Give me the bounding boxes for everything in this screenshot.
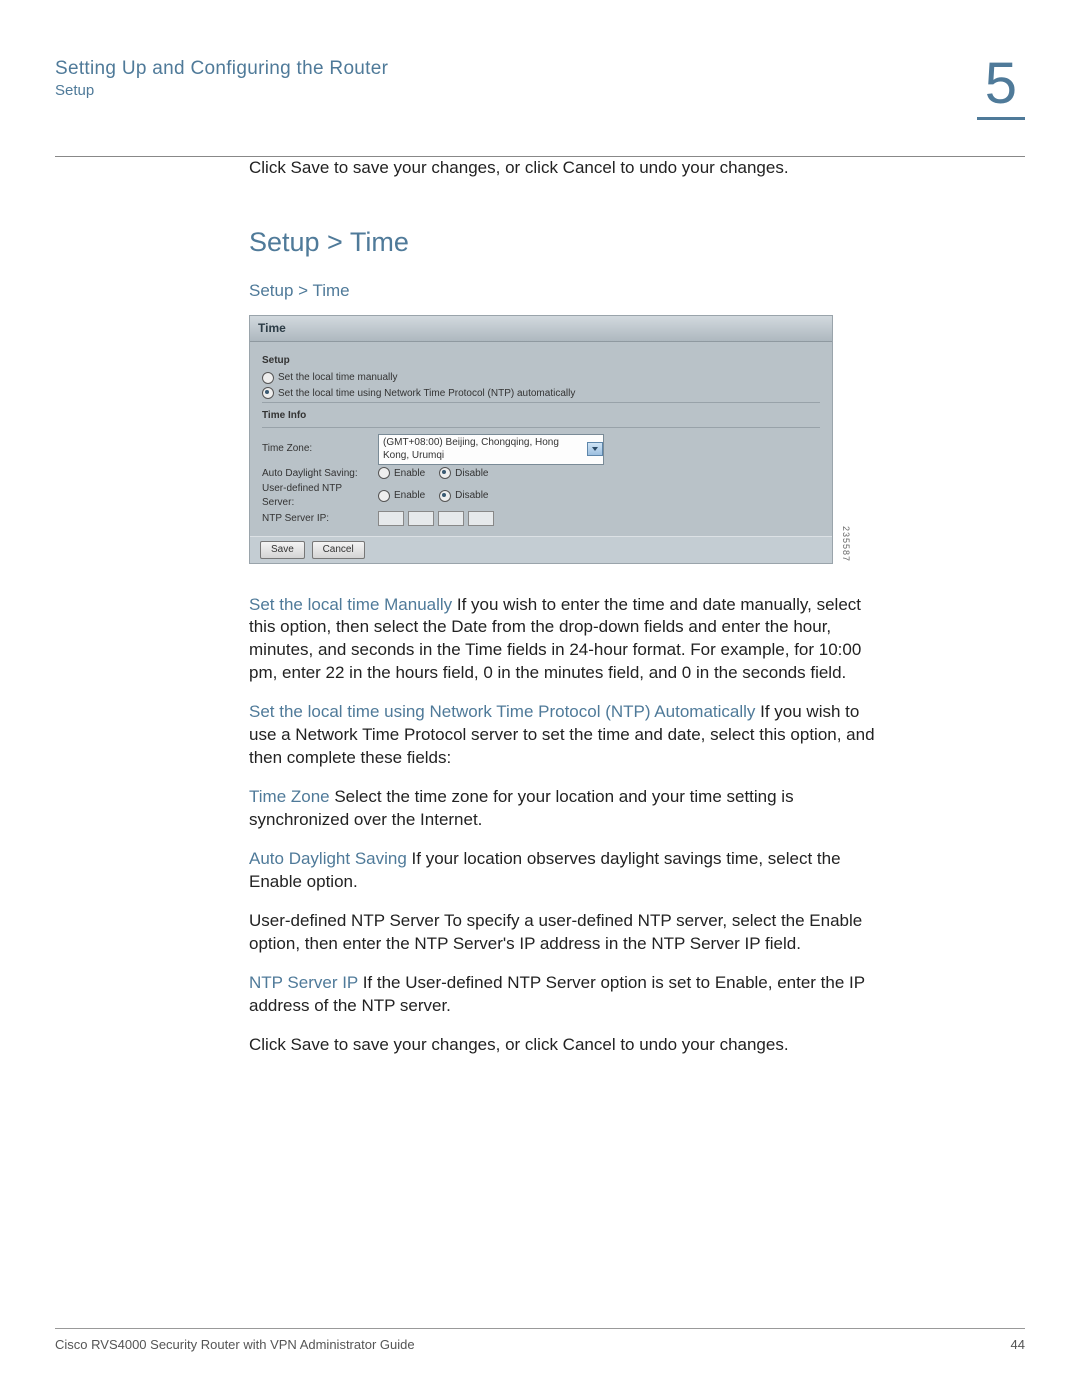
- paragraph-ntpip: NTP Server IP If the User-defined NTP Se…: [249, 972, 875, 1018]
- ntp-ip-octet-1[interactable]: [378, 511, 404, 526]
- disable-label-2: Disable: [455, 489, 488, 503]
- timezone-select[interactable]: (GMT+08:00) Beijing, Chongqing, Hong Kon…: [378, 434, 604, 465]
- chevron-down-icon[interactable]: [587, 442, 603, 456]
- footer-title: Cisco RVS4000 Security Router with VPN A…: [55, 1337, 415, 1352]
- group-setup-label: Setup: [262, 354, 820, 368]
- daylight-label: Auto Daylight Saving:: [262, 467, 374, 481]
- panel-title: Time: [250, 316, 832, 341]
- paragraph-ntp: Set the local time using Network Time Pr…: [249, 701, 875, 770]
- chapter-number: 5: [977, 55, 1025, 120]
- ntpip-label: NTP Server IP:: [262, 512, 374, 526]
- radio-udntp-disable[interactable]: [439, 490, 451, 502]
- paragraph-timezone: Time Zone Select the time zone for your …: [249, 786, 875, 832]
- group-info-label: Time Info: [262, 409, 820, 423]
- ntp-ip-octet-4[interactable]: [468, 511, 494, 526]
- intro-paragraph: Click Save to save your changes, or clic…: [249, 157, 875, 180]
- ntp-ip-octet-3[interactable]: [438, 511, 464, 526]
- radio-dls-disable[interactable]: [439, 467, 451, 479]
- enable-label: Enable: [394, 467, 425, 481]
- term-ntp: Set the local time using Network Time Pr…: [249, 702, 755, 721]
- timezone-label: Time Zone:: [262, 442, 374, 456]
- header-title: Setting Up and Configuring the Router: [55, 58, 388, 80]
- group-divider-2: [262, 427, 820, 428]
- disable-label: Disable: [455, 467, 488, 481]
- paragraph-manual: Set the local time Manually If you wish …: [249, 594, 875, 686]
- subsection-heading: Setup > Time: [249, 280, 875, 303]
- page-number: 44: [1011, 1337, 1025, 1352]
- radio-udntp-enable[interactable]: [378, 490, 390, 502]
- page-footer: Cisco RVS4000 Security Router with VPN A…: [55, 1328, 1025, 1352]
- paragraph-userntp: User-defined NTP Server To specify a use…: [249, 910, 875, 956]
- ntp-ip-octet-2[interactable]: [408, 511, 434, 526]
- timezone-value: (GMT+08:00) Beijing, Chongqing, Hong Kon…: [383, 436, 583, 463]
- page-header: Setting Up and Configuring the Router Se…: [55, 55, 1025, 120]
- radio-manual-label: Set the local time manually: [278, 371, 398, 385]
- paragraph-save: Click Save to save your changes, or clic…: [249, 1034, 875, 1057]
- header-subtitle: Setup: [55, 82, 388, 99]
- save-button[interactable]: Save: [260, 541, 305, 559]
- term-daylight: Auto Daylight Saving: [249, 849, 407, 868]
- userntp-label: User-defined NTP Server:: [262, 482, 374, 509]
- paragraph-daylight: Auto Daylight Saving If your location ob…: [249, 848, 875, 894]
- time-setup-screenshot: Time Setup Set the local time manually S…: [249, 315, 833, 563]
- enable-label-2: Enable: [394, 489, 425, 503]
- term-manual: Set the local time Manually: [249, 595, 452, 614]
- cancel-button[interactable]: Cancel: [312, 541, 365, 559]
- term-ntpip: NTP Server IP: [249, 973, 358, 992]
- radio-ntp[interactable]: [262, 387, 274, 399]
- section-heading: Setup > Time: [249, 224, 875, 260]
- group-divider: [262, 402, 820, 403]
- term-timezone: Time Zone: [249, 787, 330, 806]
- radio-dls-enable[interactable]: [378, 467, 390, 479]
- figure-id: 235587: [840, 526, 852, 562]
- radio-ntp-label: Set the local time using Network Time Pr…: [278, 387, 575, 401]
- radio-manual[interactable]: [262, 372, 274, 384]
